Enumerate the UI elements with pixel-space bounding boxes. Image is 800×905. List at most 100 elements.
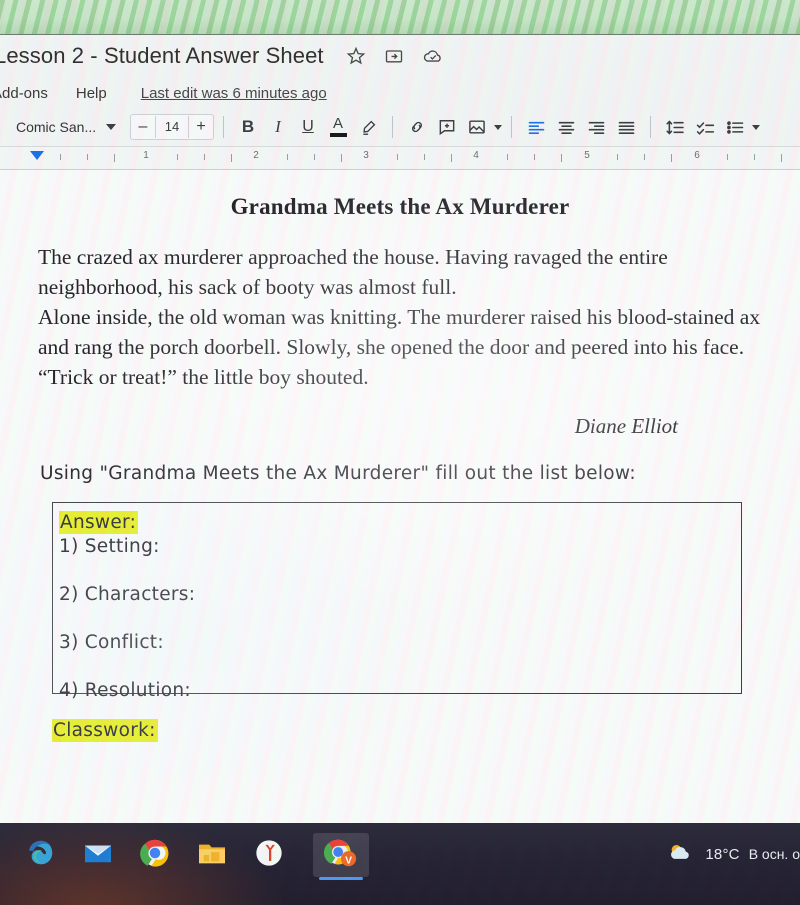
- taskbar-app-icons: V: [0, 823, 369, 880]
- ruler-track: 1 2 3 4 5 6: [0, 147, 800, 169]
- story-attribution: Diane Elliot: [574, 414, 678, 438]
- left-indent-marker[interactable]: [30, 151, 44, 160]
- highlight-icon: [359, 118, 378, 137]
- align-right-icon: [586, 117, 607, 138]
- menu-item-add-ons[interactable]: Add-ons: [0, 85, 48, 102]
- add-comment-button[interactable]: [432, 113, 462, 141]
- align-left-icon: [526, 117, 547, 138]
- document-page[interactable]: Grandma Meets the Ax Murderer The crazed…: [0, 170, 800, 905]
- image-icon: [467, 117, 487, 137]
- svg-text:V: V: [345, 855, 352, 866]
- document-title-row: Lesson 2 - Student Answer Sheet: [0, 34, 800, 78]
- yandex-browser-icon: [254, 838, 284, 873]
- monitor-bezel-top: [0, 0, 800, 35]
- move-to-folder-icon[interactable]: [384, 46, 404, 66]
- chrome-icon: [140, 838, 170, 873]
- file-explorer-icon: [197, 840, 227, 871]
- align-center-button[interactable]: [551, 113, 581, 141]
- text-color-icon: A: [324, 115, 352, 137]
- increase-font-size-button[interactable]: +: [189, 116, 213, 138]
- taskbar-yandex-button[interactable]: [252, 838, 286, 872]
- list-options-chevron-icon[interactable]: [752, 124, 760, 130]
- story-body: The crazed ax murderer approached the ho…: [0, 242, 800, 392]
- story-paragraph: “Trick or treat!” the little boy shouted…: [38, 365, 369, 389]
- answer-item-setting[interactable]: 1) Setting:: [59, 535, 741, 559]
- cloud-saved-icon[interactable]: [422, 46, 444, 66]
- answer-heading-highlighted: Answer:: [59, 511, 139, 534]
- taskbar-active-chrome-button[interactable]: V: [313, 833, 369, 880]
- answer-heading: Answer:: [59, 511, 741, 535]
- align-left-button[interactable]: [521, 113, 551, 141]
- ruler-number: 4: [473, 150, 479, 161]
- toolbar-divider: [392, 116, 393, 138]
- docs-header: Lesson 2 - Student Answer Sheet dd-ons H…: [0, 34, 800, 170]
- menu-item-help[interactable]: Help: [76, 85, 107, 102]
- weather-widget[interactable]: 18°C В осн. о: [666, 841, 800, 867]
- text-color-letter: A: [332, 115, 343, 132]
- align-right-button[interactable]: [581, 113, 611, 141]
- link-icon: [407, 117, 427, 137]
- mail-icon: [83, 840, 113, 871]
- ruler-number: 2: [253, 150, 259, 161]
- taskbar-edge-button[interactable]: [24, 838, 58, 872]
- bulleted-list-button[interactable]: [720, 113, 750, 141]
- classwork-line: Classwork:: [0, 719, 800, 742]
- font-family-value: Comic San...: [16, 119, 97, 135]
- align-justify-button[interactable]: [611, 113, 641, 141]
- comment-icon: [437, 117, 457, 137]
- checklist-button[interactable]: [690, 113, 720, 141]
- document-ruler[interactable]: 1 2 3 4 5 6: [0, 146, 800, 170]
- chrome-active-icon: V: [323, 837, 358, 874]
- font-size-value[interactable]: 14: [155, 116, 189, 138]
- ruler-number: 3: [363, 150, 369, 161]
- answer-item-resolution[interactable]: 4) Resolution:: [59, 679, 741, 703]
- answer-item-conflict[interactable]: 3) Conflict:: [59, 631, 741, 655]
- bulleted-list-icon: [725, 117, 746, 138]
- align-justify-icon: [616, 117, 637, 138]
- toolbar-divider: [650, 116, 651, 138]
- taskbar-chrome-button[interactable]: [138, 838, 172, 872]
- sun-behind-cloud-icon: [666, 841, 696, 867]
- toolbar-divider: [511, 116, 512, 138]
- insert-image-button[interactable]: [462, 113, 492, 141]
- story-paragraph: Alone inside, the old woman was knitting…: [38, 305, 761, 359]
- taskbar: V 18°C В осн. о: [0, 823, 800, 905]
- decrease-font-size-button[interactable]: –: [131, 116, 155, 138]
- ruler-number: 1: [143, 150, 149, 161]
- line-spacing-icon: [665, 117, 686, 138]
- menu-bar: Add-ons Help Last edit was 6 minutes ago: [0, 78, 800, 108]
- title-action-icons: [346, 46, 444, 66]
- star-icon[interactable]: [346, 46, 366, 66]
- weather-description: В осн. о: [748, 846, 800, 862]
- bold-button[interactable]: B: [233, 113, 263, 141]
- answer-box[interactable]: Answer: 1) Setting: 2) Characters: 3) Co…: [52, 502, 742, 701]
- document-title[interactable]: Lesson 2 - Student Answer Sheet: [0, 43, 324, 69]
- weather-temperature: 18°C: [705, 845, 740, 863]
- moire-pattern: [0, 0, 800, 34]
- underline-button[interactable]: U: [293, 113, 323, 141]
- classwork-label-highlighted: Classwork:: [52, 719, 158, 742]
- font-family-select[interactable]: Comic San...: [16, 119, 126, 135]
- align-center-icon: [556, 117, 577, 138]
- last-edit-link[interactable]: Last edit was 6 minutes ago: [141, 85, 327, 102]
- screen-content: Lesson 2 - Student Answer Sheet dd-ons H…: [0, 34, 800, 905]
- image-options-chevron-icon[interactable]: [494, 124, 502, 130]
- instruction-line: Using "Grandma Meets the Ax Murderer" fi…: [40, 463, 636, 484]
- story-title: Grandma Meets the Ax Murderer: [230, 194, 570, 219]
- taskbar-file-explorer-button[interactable]: [195, 838, 229, 872]
- italic-button[interactable]: I: [263, 113, 293, 141]
- screen-photo: Lesson 2 - Student Answer Sheet dd-ons H…: [0, 0, 800, 905]
- formatting-toolbar: Comic San... – 14 + B I U A: [0, 108, 800, 146]
- ruler-number: 6: [694, 150, 700, 161]
- answer-item-characters[interactable]: 2) Characters:: [59, 583, 741, 607]
- checklist-icon: [695, 117, 716, 138]
- story-paragraph: The crazed ax murderer approached the ho…: [38, 245, 668, 299]
- edge-icon: [26, 838, 56, 873]
- text-color-button[interactable]: A: [323, 113, 353, 141]
- taskbar-mail-button[interactable]: [81, 838, 115, 872]
- toolbar-divider: [223, 116, 224, 138]
- text-color-swatch: [329, 133, 347, 137]
- insert-link-button[interactable]: [402, 113, 432, 141]
- line-spacing-button[interactable]: [660, 113, 690, 141]
- highlight-button[interactable]: [353, 113, 383, 141]
